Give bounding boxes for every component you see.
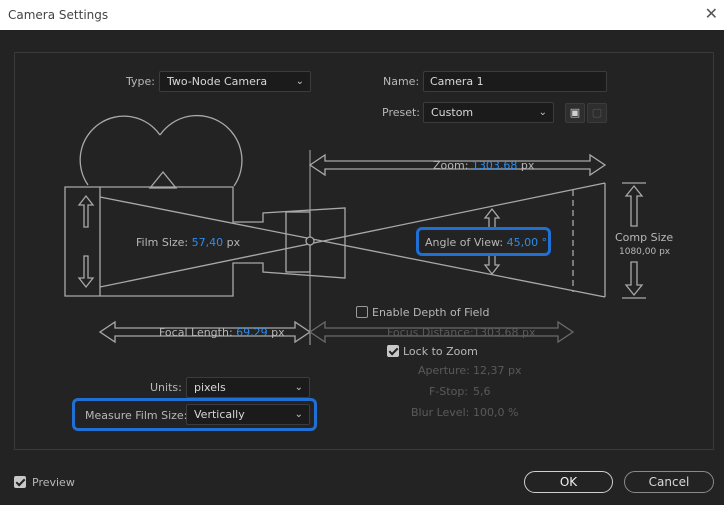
save-preset-icon: ▣ (569, 106, 581, 119)
fstop-value: 5,6 (473, 385, 491, 398)
focus-distance-value: 1303,68 px (473, 326, 536, 339)
angle-of-view-unit: ° (541, 236, 548, 249)
focal-length-unit: px (271, 326, 285, 339)
focal-length-readout: Focal Length: 69,29 px (159, 326, 285, 339)
zoom-value[interactable]: 1303,68 (472, 159, 518, 172)
type-label: Type: (126, 75, 155, 88)
preset-label: Preset: (382, 106, 421, 119)
camera-reel-right-icon (159, 114, 243, 187)
name-input[interactable]: Camera 1 (423, 71, 607, 92)
camera-reel-left-icon (79, 115, 161, 186)
zoom-label: Zoom: (433, 159, 469, 172)
save-preset-button[interactable]: ▣ (565, 103, 585, 123)
name-label: Name: (383, 75, 420, 88)
preview-label: Preview (32, 476, 75, 489)
blur-level-label: Blur Level: (411, 406, 470, 419)
angle-arrow-down-icon (483, 254, 501, 276)
chevron-down-icon: ⌄ (295, 76, 304, 87)
lock-to-zoom-label: Lock to Zoom (403, 345, 478, 358)
angle-of-view-readout: Angle of View: 45,00 ° (425, 236, 547, 249)
preset-dropdown[interactable]: Custom ⌄ (423, 102, 554, 123)
preset-value: Custom (431, 106, 474, 119)
chevron-down-icon: ⌄ (294, 382, 303, 393)
angle-of-view-label: Angle of View: (425, 236, 504, 249)
chevron-down-icon: ⌄ (294, 409, 303, 420)
film-size-label: Film Size: (136, 236, 189, 249)
arrow-up-icon (77, 194, 95, 228)
delete-preset-button: ▢ (587, 103, 607, 123)
trash-icon: ▢ (591, 106, 603, 119)
blur-level-value: 100,0 % (473, 406, 519, 419)
aperture-value: 12,37 px (473, 364, 522, 377)
viewfinder-triangle-icon (148, 170, 178, 189)
units-dropdown[interactable]: pixels ⌄ (186, 377, 310, 398)
lens-center-icon (305, 236, 315, 246)
arrow-down-icon (77, 255, 95, 289)
comp-size-label: Comp Size (615, 231, 674, 244)
comp-size-arrow-down-icon (624, 261, 644, 297)
measure-film-size-label: Measure Film Size: (85, 409, 188, 422)
lock-to-zoom-checkbox[interactable] (387, 345, 399, 357)
film-size-value[interactable]: 57,40 (192, 236, 224, 249)
focal-length-value[interactable]: 69,29 (236, 326, 268, 339)
ok-button[interactable]: OK (524, 471, 613, 493)
chevron-down-icon: ⌄ (538, 107, 547, 118)
units-value: pixels (194, 381, 226, 394)
zoom-unit: px (520, 159, 535, 172)
focus-distance-label: Focus Distance: (387, 326, 474, 339)
type-value: Two-Node Camera (167, 75, 268, 88)
type-dropdown[interactable]: Two-Node Camera ⌄ (159, 71, 311, 92)
film-size-readout: Film Size: 57,40 px (136, 236, 240, 249)
film-size-unit: px (226, 236, 241, 249)
focal-length-label: Focal Length: (159, 326, 233, 339)
zoom-readout: Zoom: 1303,68 px (433, 159, 534, 172)
angle-of-view-value[interactable]: 45,00 (507, 236, 539, 249)
measure-film-size-dropdown[interactable]: Vertically ⌄ (186, 404, 310, 425)
units-label: Units: (150, 381, 182, 394)
enable-depth-of-field-label: Enable Depth of Field (372, 306, 490, 319)
enable-depth-of-field-checkbox[interactable] (356, 306, 368, 318)
comp-size-value: 1080,00 px (619, 247, 671, 257)
fstop-label: F-Stop: (429, 385, 469, 398)
cancel-button[interactable]: Cancel (624, 471, 714, 493)
measure-film-size-value: Vertically (194, 408, 245, 421)
preview-checkbox[interactable] (14, 476, 26, 488)
aperture-label: Aperture: (418, 364, 470, 377)
angle-arrow-up-icon (483, 207, 501, 229)
comp-size-arrow-up-icon (624, 184, 644, 227)
